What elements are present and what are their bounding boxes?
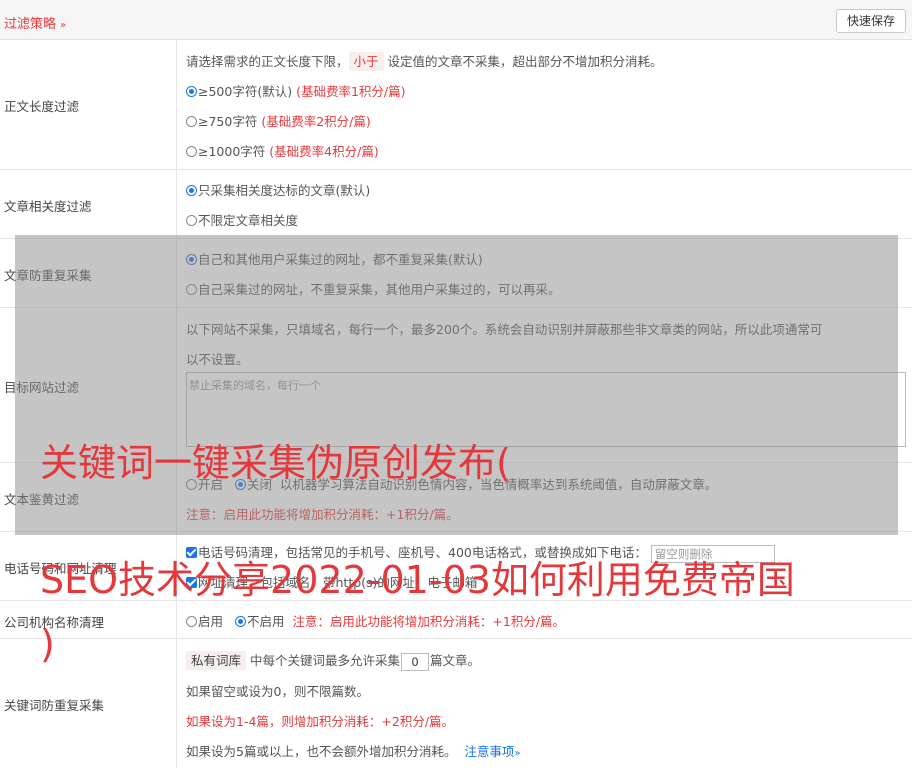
keyword-dedup-line3: 如果设为1-4篇，则增加积分消耗：+2积分/篇。	[186, 714, 455, 729]
length-option-750[interactable]: ≥750字符 (基础费率2积分/篇)	[186, 111, 371, 130]
private-lexicon-tag: 私有词库	[186, 651, 247, 670]
grey-overlay	[15, 235, 898, 535]
less-than-tag: 小于	[348, 52, 384, 71]
length-filter-row: 正文长度过滤 请选择需求的正文长度下限， 小于 设定值的文章不采集，超出部分不增加…	[0, 40, 912, 170]
quick-save-button[interactable]: 快速保存	[836, 9, 906, 33]
keyword-dedup-row: 关键词防重复采集 私有词库 中每个关键词最多允许采集 0 篇文章。 如果留空或设为0…	[0, 639, 912, 768]
option-label: 只采集相关度达标的文章(默认)	[198, 183, 371, 198]
option-label: 不限定文章相关度	[198, 213, 299, 228]
checkbox-checked-icon[interactable]	[186, 547, 197, 558]
length-filter-label: 正文长度过滤	[4, 99, 80, 114]
radio-icon[interactable]	[186, 116, 197, 127]
radio-icon[interactable]	[186, 215, 197, 226]
org-filter-note: 注意：启用此功能将增加积分消耗：+1积分/篇。	[292, 614, 566, 629]
option-on-label[interactable]: 启用	[198, 614, 223, 629]
filter-strategy-header: 过滤策略» 快速保存	[0, 0, 912, 40]
hint-text: 请选择需求的正文长度下限，	[186, 54, 349, 69]
keyword-dedup-text: 中每个关键词最多允许采集	[250, 653, 401, 668]
option-label: ≥750字符	[198, 114, 258, 129]
radio-selected-icon[interactable]	[186, 86, 197, 97]
option-note: (基础费率1积分/篇)	[296, 84, 406, 99]
keyword-dedup-line1: 私有词库 中每个关键词最多允许采集 0 篇文章。	[186, 650, 480, 671]
watermark-line2: SEO技术分享2022-01-03如何利用免费帝国	[40, 558, 795, 602]
keyword-dedup-text: 如果设为5篇或以上，也不会额外增加积分消耗。	[186, 744, 457, 759]
watermark-line3: )	[40, 622, 55, 666]
option-note: (基础费率4积分/篇)	[269, 144, 379, 159]
radio-selected-icon[interactable]	[186, 185, 197, 196]
max-articles-input[interactable]: 0	[401, 652, 430, 671]
option-note: (基础费率2积分/篇)	[261, 114, 371, 129]
watermark-line1: 关键词一键采集伪原创发布(	[40, 441, 511, 485]
radio-selected-icon[interactable]	[234, 616, 246, 627]
relevance-option-required[interactable]: 只采集相关度达标的文章(默认)	[186, 180, 370, 199]
section-title-text: 过滤策略	[4, 17, 57, 32]
org-filter-options: 启用 不启用 注意：启用此功能将增加积分消耗：+1积分/篇。	[186, 611, 565, 630]
length-filter-hint: 请选择需求的正文长度下限， 小于 设定值的文章不采集，超出部分不增加积分消耗。	[186, 51, 663, 71]
notes-link[interactable]: 注意事项»	[464, 744, 520, 759]
keyword-dedup-line2: 如果留空或设为0，则不限篇数。	[186, 684, 369, 699]
keyword-dedup-label: 关键词防重复采集	[4, 698, 105, 713]
option-label: ≥1000字符	[198, 144, 266, 159]
relevance-filter-row: 文章相关度过滤 只采集相关度达标的文章(默认) 不限定文章相关度	[0, 170, 912, 239]
length-option-1000[interactable]: ≥1000字符 (基础费率4积分/篇)	[186, 141, 379, 160]
length-option-500[interactable]: ≥500字符(默认) (基础费率1积分/篇)	[186, 81, 406, 100]
radio-icon[interactable]	[186, 146, 197, 157]
keyword-dedup-text: 篇文章。	[430, 653, 481, 668]
keyword-dedup-line4: 如果设为5篇或以上，也不会额外增加积分消耗。 注意事项»	[186, 741, 521, 760]
chevron-down-icon: »	[60, 20, 67, 31]
org-filter-row: 公司机构名称清理 启用 不启用 注意：启用此功能将增加积分消耗：+1积分/篇。	[0, 601, 912, 639]
hint-text: 设定值的文章不采集，超出部分不增加积分消耗。	[387, 54, 663, 69]
option-off-label[interactable]: 不启用	[247, 614, 285, 629]
option-label: ≥500字符(默认)	[198, 84, 293, 99]
relevance-filter-label: 文章相关度过滤	[4, 199, 92, 214]
chevron-down-icon: »	[514, 748, 521, 759]
section-title[interactable]: 过滤策略»	[4, 13, 66, 32]
relevance-option-unlimited[interactable]: 不限定文章相关度	[186, 210, 298, 229]
notes-link-label: 注意事项	[464, 744, 515, 759]
radio-icon[interactable]	[186, 616, 197, 627]
